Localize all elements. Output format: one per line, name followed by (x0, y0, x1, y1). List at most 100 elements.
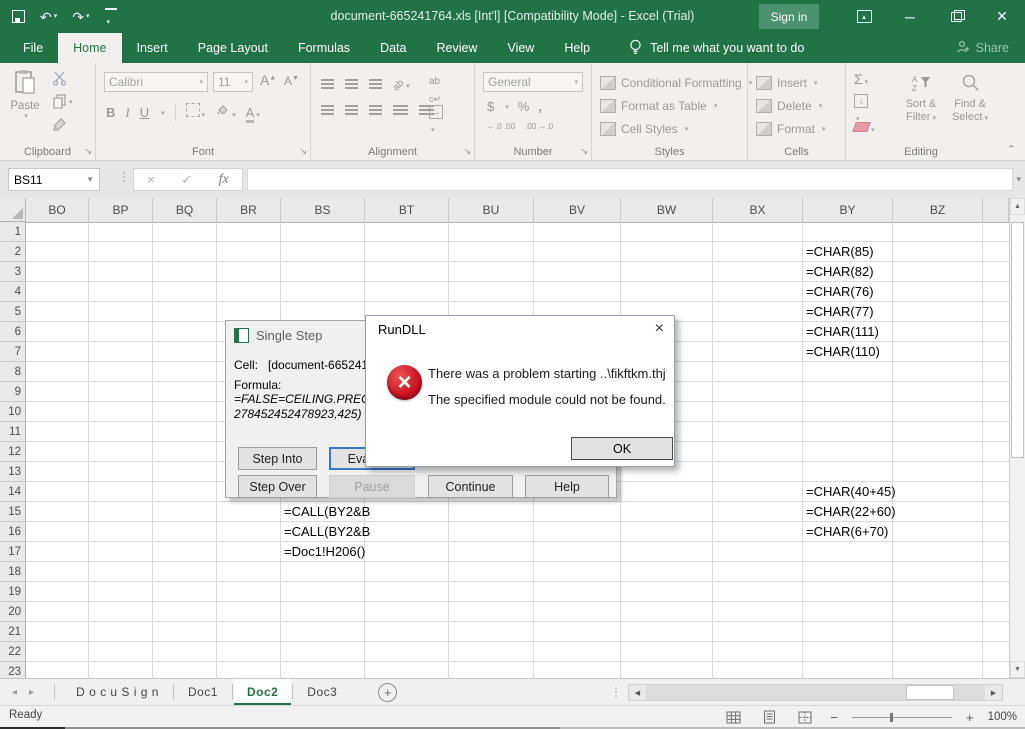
row-header-21[interactable]: 21 (0, 622, 26, 642)
tab-home[interactable]: Home (58, 33, 121, 63)
sort-filter-button[interactable]: AZ Sort & Filter▾ (898, 73, 944, 123)
comma-format-button[interactable]: , (538, 99, 542, 114)
align-bottom-button[interactable] (369, 79, 382, 89)
column-header-BO[interactable]: BO (26, 198, 89, 222)
tab-view[interactable]: View (492, 33, 549, 63)
row-header-18[interactable]: 18 (0, 562, 26, 582)
sheet-nav-left-icon[interactable]: ◂ (0, 687, 29, 698)
alignment-dialog-launcher[interactable]: ↘ (463, 146, 471, 157)
tab-help[interactable]: Help (549, 33, 605, 63)
column-header-BX[interactable]: BX (713, 198, 803, 222)
sheet-tab-doc1[interactable]: Doc1 (175, 679, 231, 705)
row-header-10[interactable]: 10 (0, 402, 26, 422)
number-dialog-launcher[interactable]: ↘ (580, 146, 588, 157)
name-box[interactable]: BS11 ▼ (8, 168, 100, 191)
font-dialog-launcher[interactable]: ↘ (299, 146, 307, 157)
orientation-button[interactable]: ab▾ (393, 75, 410, 93)
font-name-select[interactable]: Calibri▾ (104, 72, 208, 92)
cell-BS17[interactable]: =Doc1!H206() (284, 542, 365, 562)
horizontal-scrollbar[interactable]: ◀ ▶ (628, 684, 1003, 701)
cut-button[interactable] (52, 71, 67, 91)
find-select-button[interactable]: Find & Select▾ (948, 73, 992, 123)
normal-view-icon[interactable] (722, 708, 744, 726)
column-header-BZ[interactable]: BZ (893, 198, 983, 222)
cell-BY16[interactable]: =CHAR(6+70) (806, 522, 888, 542)
tab-data[interactable]: Data (365, 33, 421, 63)
row-header-3[interactable]: 3 (0, 262, 26, 282)
help-button[interactable]: Help (525, 475, 609, 498)
cell-BY15[interactable]: =CHAR(22+60) (806, 502, 896, 522)
cell-BY14[interactable]: =CHAR(40+45) (806, 482, 896, 502)
format-as-table-button[interactable]: Format as Table▾ (600, 95, 717, 116)
tab-file[interactable]: File (8, 33, 58, 63)
sign-in-button[interactable]: Sign in (759, 4, 819, 29)
decrease-indent-button[interactable] (393, 105, 408, 115)
column-header-BP[interactable]: BP (89, 198, 153, 222)
zoom-slider-thumb[interactable] (890, 713, 893, 722)
accounting-format-button[interactable]: $ (487, 99, 494, 114)
cell-BS15[interactable]: =CALL(BY2&B (284, 502, 370, 522)
sheet-tab-doc2[interactable]: Doc2 (234, 679, 291, 705)
name-box-caret[interactable]: ▼ (86, 175, 94, 184)
horizontal-scroll-thumb[interactable] (906, 685, 954, 700)
share-button[interactable]: Share (956, 33, 1009, 63)
font-color-button[interactable]: A▾ (246, 104, 260, 122)
row-header-12[interactable]: 12 (0, 442, 26, 462)
row-header-7[interactable]: 7 (0, 342, 26, 362)
decrease-decimal-button[interactable]: .00 →.0 (525, 123, 553, 132)
row-header-11[interactable]: 11 (0, 422, 26, 442)
copy-button[interactable]: ▾ (52, 94, 73, 109)
column-header-BU[interactable]: BU (449, 198, 534, 222)
column-header-BW[interactable]: BW (621, 198, 713, 222)
merge-center-button[interactable]: ↔▾ (429, 105, 443, 137)
formula-bar-expand-icon[interactable]: ▾ (1016, 174, 1021, 185)
row-header-5[interactable]: 5 (0, 302, 26, 322)
row-header-6[interactable]: 6 (0, 322, 26, 342)
cell-BY5[interactable]: =CHAR(77) (806, 302, 874, 322)
column-header-BR[interactable]: BR (217, 198, 281, 222)
zoom-slider[interactable] (852, 717, 952, 718)
new-sheet-button[interactable]: + (378, 683, 397, 702)
align-right-button[interactable] (369, 105, 382, 115)
increase-decimal-button[interactable]: ←.0 .00 (487, 123, 515, 132)
sheet-tab-docusign[interactable]: D o c u S i g n (63, 679, 172, 705)
row-header-4[interactable]: 4 (0, 282, 26, 302)
tab-page-layout[interactable]: Page Layout (183, 33, 283, 63)
row-header-15[interactable]: 15 (0, 502, 26, 522)
cell-BS16[interactable]: =CALL(BY2&B (284, 522, 370, 542)
tell-me-box[interactable]: Tell me what you want to do (629, 33, 804, 63)
insert-cells-button[interactable]: Insert▾ (756, 72, 818, 93)
restore-button[interactable] (933, 0, 979, 33)
close-button[interactable]: ✕ (979, 0, 1025, 33)
cell-BY7[interactable]: =CHAR(110) (806, 342, 880, 362)
select-all-corner[interactable] (0, 198, 26, 222)
borders-button[interactable]: ▾ (186, 103, 206, 122)
step-into-button[interactable]: Step Into (238, 447, 317, 470)
close-icon[interactable]: × (655, 320, 664, 338)
delete-cells-button[interactable]: Delete▾ (756, 95, 822, 116)
align-middle-button[interactable] (345, 79, 358, 89)
column-header-BY[interactable]: BY (803, 198, 893, 222)
zoom-out-button[interactable]: − (830, 711, 838, 724)
align-left-button[interactable] (321, 105, 334, 115)
format-cells-button[interactable]: Format▾ (756, 118, 826, 139)
tab-insert[interactable]: Insert (122, 33, 183, 63)
row-header-8[interactable]: 8 (0, 362, 26, 382)
ok-button[interactable]: OK (571, 437, 673, 460)
row-header-9[interactable]: 9 (0, 382, 26, 402)
percent-format-button[interactable]: % (518, 99, 530, 114)
collapse-ribbon-button[interactable]: ⌃ (1007, 143, 1016, 156)
continue-button[interactable]: Continue (428, 475, 513, 498)
align-center-button[interactable] (345, 105, 358, 115)
cell-BY2[interactable]: =CHAR(85) (806, 242, 874, 262)
formula-bar-handle[interactable]: ⋮ (118, 170, 130, 184)
cell-BY4[interactable]: =CHAR(76) (806, 282, 874, 302)
decrease-font-size-button[interactable]: A▼ (284, 74, 299, 88)
format-painter-button[interactable] (52, 117, 67, 137)
clipboard-dialog-launcher[interactable]: ↘ (84, 146, 92, 157)
increase-font-size-button[interactable]: A▲ (260, 72, 276, 88)
cell-styles-button[interactable]: Cell Styles▾ (600, 118, 688, 139)
column-header-BS[interactable]: BS (281, 198, 365, 222)
row-header-14[interactable]: 14 (0, 482, 26, 502)
scroll-left-arrow[interactable]: ◀ (629, 685, 646, 700)
